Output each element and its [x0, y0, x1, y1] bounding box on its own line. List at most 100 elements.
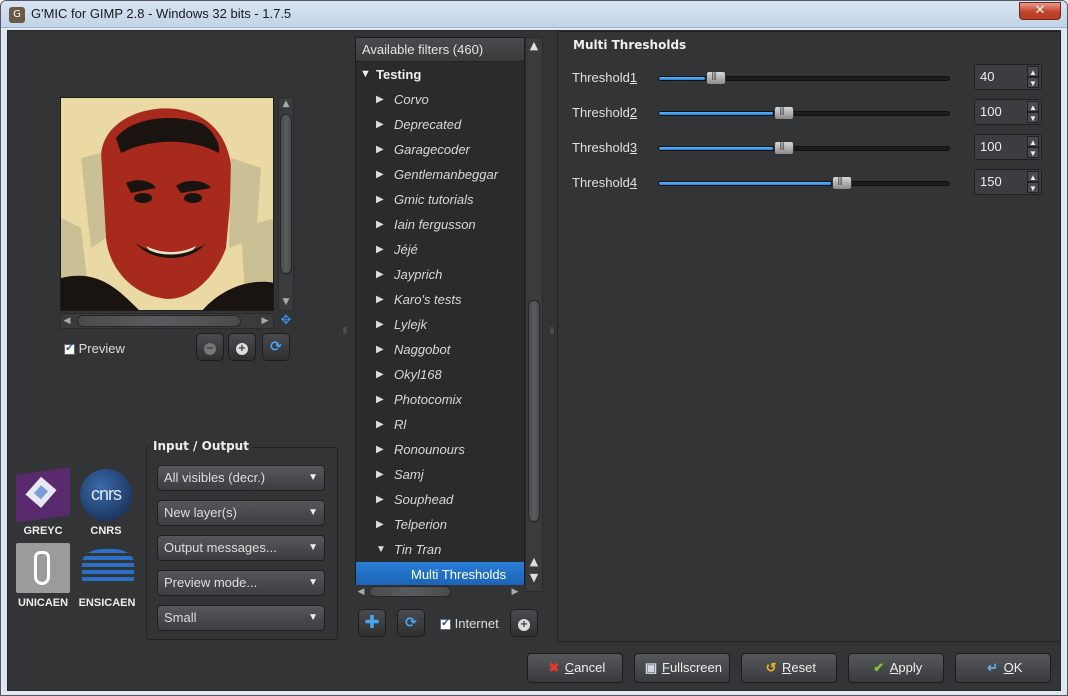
tree-item[interactable]: ▶ Garagecoder [356, 137, 524, 162]
zoom-out-button[interactable]: − [196, 333, 224, 361]
collapsed-triangle-icon[interactable]: ▶ [376, 137, 384, 162]
preview-size-combo[interactable]: Small ▼ [157, 605, 325, 631]
spin-down-arrow-icon[interactable]: ▼ [1027, 182, 1039, 193]
filters-horizontal-scrollbar[interactable]: ◀ ▶ [355, 585, 525, 599]
slider-handle[interactable] [774, 141, 794, 155]
reset-button[interactable]: ↺ Reset [741, 653, 837, 683]
threshold-3-spinbox[interactable]: 100 ▲ ▼ [974, 134, 1042, 160]
expanded-triangle-icon[interactable]: ▼ [360, 62, 371, 87]
expanded-triangle-icon[interactable]: ▼ [376, 537, 386, 562]
collapsed-triangle-icon[interactable]: ▶ [376, 262, 384, 287]
collapsed-triangle-icon[interactable]: ▶ [376, 362, 384, 387]
spin-up-arrow-icon[interactable]: ▲ [1027, 101, 1039, 112]
tree-item[interactable]: ▶ Photocomix [356, 387, 524, 412]
cancel-button[interactable]: ✖ Cancel [527, 653, 623, 683]
tree-item[interactable]: ▶ Gmic tutorials [356, 187, 524, 212]
filters-vertical-scrollbar[interactable]: ▲ ▲ ▼ [525, 37, 543, 592]
add-filter-button[interactable]: ✚ [358, 609, 386, 637]
right-splitter-handle[interactable]: ⦀ [549, 327, 555, 337]
slider-handle[interactable] [832, 176, 852, 190]
filters-hscroll-thumb[interactable] [369, 586, 451, 597]
unicaen-logo[interactable] [16, 543, 70, 593]
spin-up-arrow-icon[interactable]: ▲ [1027, 136, 1039, 147]
tree-item[interactable]: ▶ Jéjé [356, 237, 524, 262]
collapsed-triangle-icon[interactable]: ▶ [376, 387, 384, 412]
collapsed-triangle-icon[interactable]: ▶ [376, 462, 384, 487]
collapsed-triangle-icon[interactable]: ▶ [376, 287, 384, 312]
greyc-logo[interactable] [16, 467, 70, 523]
apply-button[interactable]: ✔ Apply [848, 653, 944, 683]
collapsed-triangle-icon[interactable]: ▶ [376, 337, 384, 362]
update-filters-button[interactable]: ⟳ [397, 609, 425, 637]
slider-handle[interactable] [774, 106, 794, 120]
spinbox-value[interactable]: 100 [980, 104, 1002, 119]
filters-tree[interactable]: Available filters (460) ▼ Testing ▶ Corvo ▶ D… [355, 37, 525, 592]
collapsed-triangle-icon[interactable]: ▶ [376, 212, 384, 237]
spin-down-arrow-icon[interactable]: ▼ [1027, 112, 1039, 123]
tree-item[interactable]: ▶ Okyl168 [356, 362, 524, 387]
preview-image[interactable] [60, 97, 274, 311]
scroll-up-arrow-icon[interactable]: ▲ [528, 556, 540, 568]
collapsed-triangle-icon[interactable]: ▶ [376, 112, 384, 137]
tree-item[interactable]: ▶ Ronounours [356, 437, 524, 462]
tree-item[interactable]: ▶ Karo's tests [356, 287, 524, 312]
tree-item[interactable]: ▶ Jayprich [356, 262, 524, 287]
tree-item[interactable]: ▶ Naggobot [356, 337, 524, 362]
threshold-3-slider[interactable] [658, 141, 950, 155]
tree-item[interactable]: ▶ Rl [356, 412, 524, 437]
zoom-in-button[interactable]: + [228, 333, 256, 361]
collapsed-triangle-icon[interactable]: ▶ [376, 187, 384, 212]
input-layers-combo[interactable]: All visibles (decr.) ▼ [157, 465, 325, 491]
spin-up-arrow-icon[interactable]: ▲ [1027, 171, 1039, 182]
output-messages-combo[interactable]: Output messages... ▼ [157, 535, 325, 561]
ensicaen-logo[interactable] [82, 549, 134, 583]
refresh-preview-button[interactable]: ⟳ [262, 333, 290, 361]
preview-checkbox[interactable]: Preview [64, 341, 125, 356]
scroll-down-arrow-icon[interactable]: ▼ [528, 572, 540, 584]
threshold-4-slider[interactable] [658, 176, 950, 190]
scroll-right-arrow-icon[interactable]: ▶ [509, 586, 521, 598]
cnrs-logo[interactable]: cnrs [80, 469, 132, 521]
tree-item[interactable]: ▶ Lylejk [356, 312, 524, 337]
preview-hscroll-thumb[interactable] [77, 315, 241, 327]
slider-handle[interactable] [706, 71, 726, 85]
threshold-4-spinbox[interactable]: 150 ▲ ▼ [974, 169, 1042, 195]
title-bar[interactable]: G G'MIC for GIMP 2.8 - Windows 32 bits -… [1, 1, 1067, 28]
scroll-down-arrow-icon[interactable]: ▼ [280, 296, 292, 308]
internet-checkbox[interactable]: Internet [440, 616, 499, 631]
spinbox-value[interactable]: 40 [980, 69, 994, 84]
filters-vscroll-thumb[interactable] [528, 300, 540, 522]
preview-vscroll-thumb[interactable] [280, 114, 292, 274]
spinbox-value[interactable]: 150 [980, 174, 1002, 189]
threshold-2-spinbox[interactable]: 100 ▲ ▼ [974, 99, 1042, 125]
ok-button[interactable]: ↵ OK [955, 653, 1051, 683]
move-cross-icon[interactable]: ✥ [278, 313, 294, 329]
filters-tree-header[interactable]: Available filters (460) [356, 38, 524, 62]
tree-item-selected[interactable]: Multi Thresholds [356, 562, 524, 587]
internet-checkbox-box[interactable] [440, 616, 451, 631]
tree-item[interactable]: ▶ Deprecated [356, 112, 524, 137]
scroll-left-arrow-icon[interactable]: ◀ [61, 315, 73, 327]
fullscreen-button[interactable]: ▣ Fullscreen [634, 653, 730, 683]
collapsed-triangle-icon[interactable]: ▶ [376, 162, 384, 187]
collapsed-triangle-icon[interactable]: ▶ [376, 487, 384, 512]
expand-filters-button[interactable]: + [510, 609, 538, 637]
preview-vertical-scrollbar[interactable]: ▲ ▼ [278, 97, 294, 311]
tree-category-testing[interactable]: ▼ Testing [356, 62, 524, 87]
output-mode-combo[interactable]: New layer(s) ▼ [157, 500, 325, 526]
collapsed-triangle-icon[interactable]: ▶ [376, 237, 384, 262]
scroll-left-arrow-icon[interactable]: ◀ [355, 586, 367, 598]
tree-item[interactable]: ▶ Samj [356, 462, 524, 487]
close-button[interactable]: ✕ [1019, 2, 1061, 20]
left-splitter-handle[interactable]: ⦀ [342, 327, 348, 337]
scroll-up-arrow-icon[interactable]: ▲ [280, 98, 292, 110]
preview-mode-combo[interactable]: Preview mode... ▼ [157, 570, 325, 596]
spinbox-value[interactable]: 100 [980, 139, 1002, 154]
preview-horizontal-scrollbar[interactable]: ◀ ▶ [60, 313, 274, 329]
scroll-right-arrow-icon[interactable]: ▶ [259, 315, 271, 327]
spin-down-arrow-icon[interactable]: ▼ [1027, 147, 1039, 158]
spin-up-arrow-icon[interactable]: ▲ [1027, 66, 1039, 77]
collapsed-triangle-icon[interactable]: ▶ [376, 87, 384, 112]
tree-item[interactable]: ▶ Telperion [356, 512, 524, 537]
scroll-up-arrow-icon[interactable]: ▲ [528, 40, 540, 52]
